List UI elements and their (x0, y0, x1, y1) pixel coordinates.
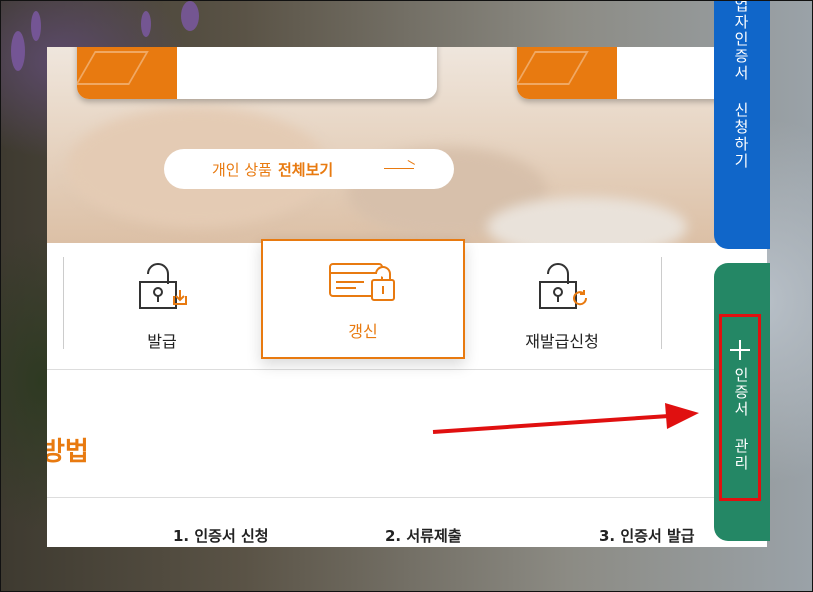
business-cert-tab[interactable]: 업자인증서 신청하기 (714, 1, 770, 249)
menu-item-label: 갱신 (348, 322, 378, 341)
divider (661, 257, 662, 349)
view-all-prefix: 개인 상품 (212, 160, 272, 179)
flower-decoration (141, 11, 151, 37)
hero-banner: 개인 상품 전체보기 (47, 47, 767, 257)
step-label: 3. 인증서 발급 (599, 527, 695, 545)
flower-decoration (11, 31, 25, 71)
menu-item-issue[interactable]: 발급 (107, 243, 217, 369)
product-card-graphic (77, 47, 177, 99)
product-card[interactable] (77, 47, 437, 99)
product-card-graphic (517, 47, 617, 99)
section-heading: 방법 (47, 437, 89, 467)
divider (47, 497, 767, 498)
business-cert-tab-label: 업자인증서 신청하기 (732, 0, 750, 170)
flower-decoration (181, 1, 199, 31)
screenshot-frame: 개인 상품 전체보기 발급 갱신 재발급신청 법 1. 인증서 신청 2. 서류… (0, 0, 813, 592)
divider (63, 257, 64, 349)
menu-item-reissue[interactable]: 재발급신청 (507, 243, 617, 369)
web-page: 개인 상품 전체보기 발급 갱신 재발급신청 법 1. 인증서 신청 2. 서류… (47, 47, 767, 547)
menu-item-label: 발급 (147, 332, 177, 351)
step-label: 2. 서류제출 (385, 527, 462, 545)
arrow-right-icon (384, 168, 414, 169)
certificate-menu: 발급 갱신 재발급신청 (47, 239, 767, 370)
step-label: 1. 인증서 신청 (173, 527, 269, 545)
menu-item-renew[interactable]: 갱신 (261, 239, 465, 359)
lock-download-icon (139, 263, 187, 309)
flower-decoration (31, 11, 41, 41)
card-lock-icon (329, 263, 395, 301)
lock-refresh-icon (539, 263, 588, 309)
annotation-arrow-icon (432, 403, 699, 434)
view-all-bold: 전체보기 (277, 160, 334, 179)
highlight-box (719, 314, 761, 501)
view-all-button[interactable]: 개인 상품 전체보기 (164, 149, 454, 189)
menu-item-label: 재발급신청 (525, 332, 599, 351)
